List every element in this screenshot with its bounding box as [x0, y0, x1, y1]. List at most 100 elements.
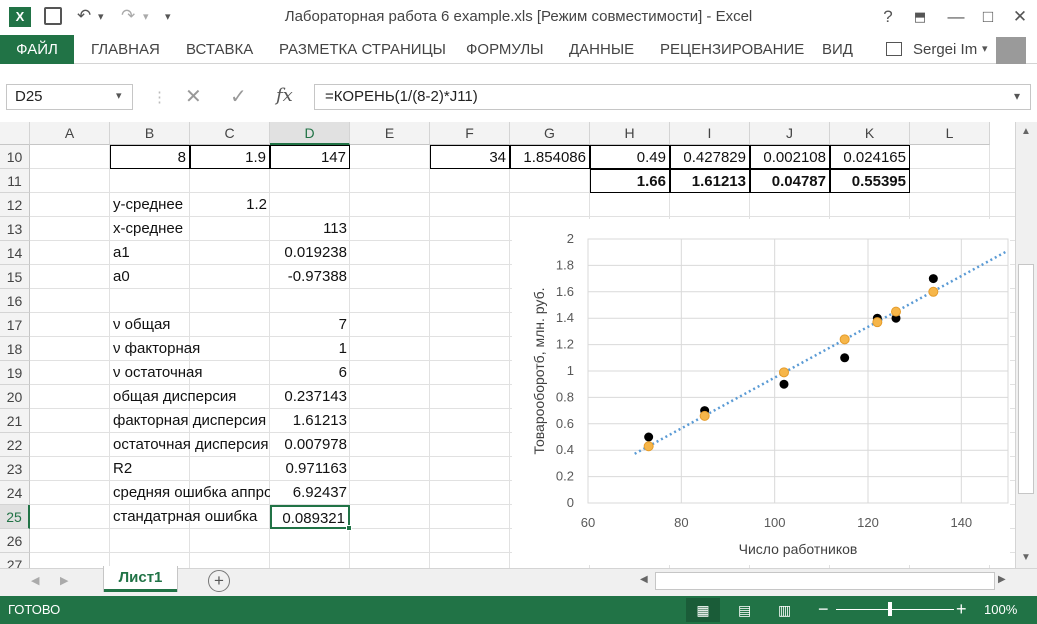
cell-b10[interactable]: 8: [110, 145, 190, 169]
vertical-scrollbar[interactable]: ▲ ▼: [1015, 122, 1037, 568]
cell-b19[interactable]: ν остаточная: [110, 361, 270, 385]
name-box-dropdown-icon[interactable]: ▾: [116, 89, 122, 102]
cell-d13[interactable]: 113: [270, 217, 350, 241]
cell-b14[interactable]: a1: [110, 241, 270, 265]
row-header-10[interactable]: 10: [0, 145, 30, 169]
cell-f10[interactable]: 34: [430, 145, 510, 169]
row-header-15[interactable]: 15: [0, 265, 30, 289]
zoom-slider-thumb[interactable]: [888, 602, 892, 616]
enter-icon[interactable]: ✓: [230, 84, 247, 109]
cell-d18[interactable]: 1: [270, 337, 350, 361]
cell-d21[interactable]: 1.61213: [270, 409, 350, 433]
row-header-26[interactable]: 26: [0, 529, 30, 553]
tab-insert[interactable]: ВСТАВКА: [186, 35, 253, 64]
cell-b22[interactable]: остаточная дисперсия: [110, 433, 270, 457]
cell-d22[interactable]: 0.007978: [270, 433, 350, 457]
cell-g10[interactable]: 1.854086: [510, 145, 590, 169]
row-header-14[interactable]: 14: [0, 241, 30, 265]
tab-page-layout[interactable]: РАЗМЕТКА СТРАНИЦЫ: [279, 35, 446, 64]
hscroll-right-icon[interactable]: ▶: [998, 574, 1006, 585]
page-break-view-icon[interactable]: ▥: [778, 598, 791, 622]
zoom-in-icon[interactable]: +: [956, 598, 967, 620]
row-header-22[interactable]: 22: [0, 433, 30, 457]
cell-d10[interactable]: 147: [270, 145, 350, 169]
row-header-11[interactable]: 11: [0, 169, 30, 193]
sheet-next-icon[interactable]: ▶: [60, 574, 68, 587]
column-header-c[interactable]: C: [190, 122, 270, 145]
cell-k10[interactable]: 0.024165: [830, 145, 910, 169]
scroll-down-icon[interactable]: ▼: [1021, 552, 1031, 563]
cell-b25[interactable]: стандатрная ошибка: [110, 505, 270, 529]
column-header-e[interactable]: E: [350, 122, 430, 145]
add-sheet-button[interactable]: +: [208, 570, 230, 592]
column-header-d[interactable]: D: [270, 122, 350, 145]
column-header-k[interactable]: K: [830, 122, 910, 145]
worksheet-grid[interactable]: A B C D E F G H I J K L 10 11 12 13 14 15 16 17 18 19 20 21 22 23…: [0, 122, 1015, 568]
zoom-out-icon[interactable]: −: [818, 598, 829, 620]
formula-input[interactable]: =КОРЕНЬ(1/(8-2)*J11): [314, 84, 1031, 110]
row-header-21[interactable]: 21: [0, 409, 30, 433]
row-header-16[interactable]: 16: [0, 289, 30, 313]
row-header-24[interactable]: 24: [0, 481, 30, 505]
column-header-b[interactable]: B: [110, 122, 190, 145]
cancel-icon[interactable]: ✕: [185, 84, 202, 109]
tab-formulas[interactable]: ФОРМУЛЫ: [466, 35, 544, 64]
help-button[interactable]: ?: [874, 4, 902, 30]
cell-k11[interactable]: 0.55395: [830, 169, 910, 193]
cell-d20[interactable]: 0.237143: [270, 385, 350, 409]
tab-file[interactable]: ФАЙЛ: [0, 35, 74, 64]
name-box[interactable]: D25: [6, 84, 133, 110]
cell-b24[interactable]: средняя ошибка аппроксимации: [110, 481, 270, 505]
hscroll-left-icon[interactable]: ◀: [640, 574, 648, 585]
cell-d17[interactable]: 7: [270, 313, 350, 337]
expand-formula-bar-icon[interactable]: ▾: [1014, 89, 1020, 103]
user-name[interactable]: Sergei Im: [913, 41, 977, 58]
row-header-13[interactable]: 13: [0, 217, 30, 241]
cell-d25[interactable]: 0.089321: [270, 505, 350, 529]
column-header-h[interactable]: H: [590, 122, 670, 145]
row-header-19[interactable]: 19: [0, 361, 30, 385]
minimize-button[interactable]: —: [942, 4, 970, 30]
zoom-level[interactable]: 100%: [984, 602, 1017, 617]
cell-b18[interactable]: ν факторная: [110, 337, 270, 361]
cell-h11[interactable]: 1.66: [590, 169, 670, 193]
sheet-tab-active[interactable]: Лист1: [104, 566, 177, 592]
collapse-ribbon-icon[interactable]: [886, 42, 902, 56]
normal-view-icon[interactable]: ▦: [686, 598, 720, 622]
column-header-f[interactable]: F: [430, 122, 510, 145]
cell-b23[interactable]: R2: [110, 457, 270, 481]
horizontal-scrollbar[interactable]: [655, 572, 995, 590]
insert-function-icon[interactable]: fx: [276, 85, 293, 106]
row-header-17[interactable]: 17: [0, 313, 30, 337]
tab-review[interactable]: РЕЦЕНЗИРОВАНИЕ: [660, 35, 804, 64]
cell-c12[interactable]: 1.2: [190, 193, 270, 217]
tab-data[interactable]: ДАННЫЕ: [569, 35, 634, 64]
cell-d19[interactable]: 6: [270, 361, 350, 385]
cell-d15[interactable]: -0.97388: [270, 265, 350, 289]
ribbon-display-button[interactable]: ⬒: [906, 4, 934, 30]
close-button[interactable]: ✕: [1006, 4, 1034, 30]
vertical-scroll-thumb[interactable]: [1018, 264, 1034, 494]
sheet-prev-icon[interactable]: ◀: [31, 574, 39, 587]
cell-b15[interactable]: a0: [110, 265, 270, 289]
scroll-up-icon[interactable]: ▲: [1021, 126, 1031, 137]
cell-b13[interactable]: x-среднее: [110, 217, 270, 241]
cell-c10[interactable]: 1.9: [190, 145, 270, 169]
fill-handle[interactable]: [346, 525, 352, 531]
column-header-j[interactable]: J: [750, 122, 830, 145]
scatter-chart[interactable]: 60 80 100 120 140 0 0.2 0.4 0.6 0.8 1 1.2 1.4 1.6 1.8 2…: [512, 219, 1010, 565]
cell-i11[interactable]: 1.61213: [670, 169, 750, 193]
row-header-12[interactable]: 12: [0, 193, 30, 217]
cell-h10[interactable]: 0.49: [590, 145, 670, 169]
cell-d24[interactable]: 6.92437: [270, 481, 350, 505]
row-header-18[interactable]: 18: [0, 337, 30, 361]
row-header-25[interactable]: 25: [0, 505, 30, 529]
cell-d23[interactable]: 0.971163: [270, 457, 350, 481]
select-all-corner[interactable]: [0, 122, 30, 145]
avatar[interactable]: [996, 37, 1026, 65]
column-header-a[interactable]: A: [30, 122, 110, 145]
zoom-slider[interactable]: [836, 609, 954, 610]
user-menu-chevron-icon[interactable]: ▾: [982, 42, 988, 55]
cell-d14[interactable]: 0.019238: [270, 241, 350, 265]
page-layout-view-icon[interactable]: ▤: [738, 598, 751, 622]
